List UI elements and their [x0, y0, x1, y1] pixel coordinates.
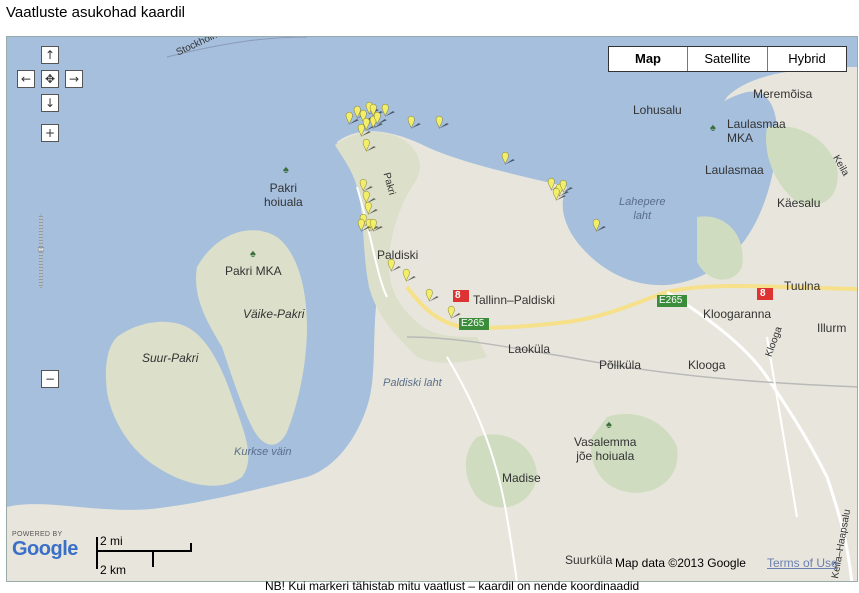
label-laulasmaa: Laulasmaa: [705, 163, 764, 177]
map-view[interactable]: Stockholm Lohusalu Meremõisa ♠ Laulasmaa…: [6, 36, 858, 582]
observation-marker[interactable]: [357, 212, 373, 238]
label-laulasmaa-mka: Laulasmaa MKA: [727, 117, 786, 145]
label-pakri-mka: Pakri MKA: [225, 264, 282, 278]
observation-marker[interactable]: [381, 97, 397, 123]
observation-marker[interactable]: [362, 132, 378, 158]
park-icon: ♠: [606, 419, 612, 431]
terms-of-use-link[interactable]: Terms of Use: [767, 556, 838, 570]
pan-center-button[interactable]: ✥: [41, 70, 59, 88]
label-kloogaranna: Kloogaranna: [703, 307, 772, 321]
label-paldiski-laht: Paldiski laht: [383, 377, 442, 389]
label-tallinn-paldiski: Tallinn–Paldiski: [473, 293, 556, 307]
observation-marker[interactable]: [425, 282, 441, 308]
label-vaike-pakri: Väike-Pakri: [243, 307, 305, 321]
observation-marker[interactable]: [407, 109, 423, 135]
label-madise: Madise: [502, 471, 541, 485]
scale-km: 2 km: [100, 563, 127, 577]
observation-marker[interactable]: [447, 299, 463, 325]
label-klooga: Klooga: [688, 358, 726, 372]
label-pakri-hoiuala: Pakri hoiuala: [264, 181, 303, 209]
label-suurkula: Suurküla: [565, 553, 613, 567]
label-vasalemma-hoiuala: Vasalemma jõe hoiuala: [574, 435, 637, 463]
map-type-satellite-button[interactable]: Satellite: [687, 47, 767, 71]
label-lohusalu: Lohusalu: [633, 103, 682, 117]
observation-marker[interactable]: [501, 145, 517, 171]
park-icon: ♠: [710, 122, 716, 134]
google-logo[interactable]: POWERED BY Google: [12, 531, 78, 561]
label-lahepere-laht: Lahepere laht: [619, 196, 666, 222]
pan-left-button[interactable]: ←: [17, 70, 35, 88]
label-kaesalu: Käesalu: [777, 196, 821, 210]
label-pollkula: Põllküla: [599, 358, 642, 372]
page-title: Vaatluste asukohad kaardil: [6, 4, 186, 21]
label-suur-pakri: Suur-Pakri: [142, 351, 199, 365]
route-8-label-b: 8: [760, 288, 766, 299]
e265-label-b: E265: [461, 318, 485, 329]
zoom-slider-handle[interactable]: [38, 247, 44, 252]
observation-marker[interactable]: [387, 252, 403, 278]
map-type-map-button[interactable]: Map: [609, 47, 687, 71]
label-kurkse-vain: Kurkse väin: [234, 446, 292, 458]
label-laokula: Laoküla: [508, 342, 551, 356]
zoom-out-button[interactable]: −: [41, 370, 59, 388]
park-icon: ♠: [250, 248, 256, 260]
pan-down-button[interactable]: ↓: [41, 94, 59, 112]
observation-marker[interactable]: [402, 262, 418, 288]
map-copyright: Map data ©2013 Google: [615, 556, 746, 570]
pan-right-button[interactable]: →: [65, 70, 83, 88]
observation-marker[interactable]: [592, 212, 608, 238]
observation-marker[interactable]: [552, 181, 568, 207]
scale-miles: 2 mi: [100, 534, 123, 548]
observation-marker[interactable]: [435, 109, 451, 135]
e265-label-a: E265: [659, 295, 683, 306]
zoom-in-button[interactable]: +: [41, 124, 59, 142]
label-tuulna: Tuulna: [784, 279, 821, 293]
label-illurm: Illurm: [817, 321, 847, 335]
map-type-control: Map Satellite Hybrid: [608, 46, 847, 72]
park-icon: ♠: [283, 164, 289, 176]
pan-up-button[interactable]: ↑: [41, 46, 59, 64]
label-meremoisa: Meremõisa: [753, 87, 813, 101]
zoom-slider[interactable]: [37, 145, 45, 359]
footer-note: NB! Kui markeri tähistab mitu vaatlust –…: [265, 579, 640, 593]
map-type-hybrid-button[interactable]: Hybrid: [767, 47, 846, 71]
scale-bar: 2 mi 2 km: [95, 534, 205, 577]
